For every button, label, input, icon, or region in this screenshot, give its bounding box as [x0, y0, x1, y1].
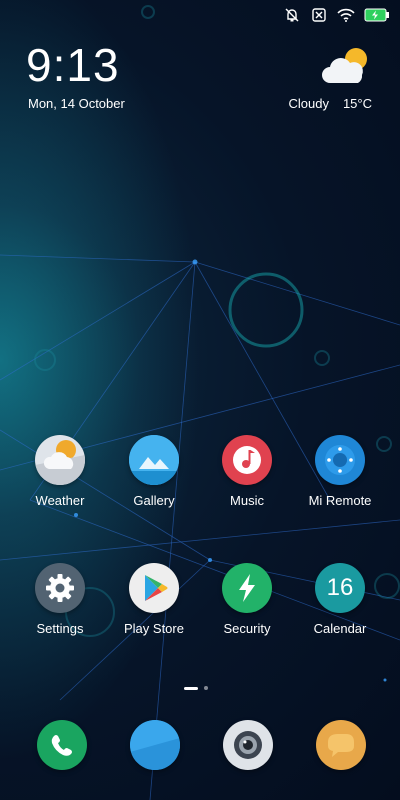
app-security[interactable]: Security: [203, 563, 291, 636]
app-label: Mi Remote: [308, 493, 372, 508]
wifi-icon: [337, 7, 355, 23]
calendar-day-number: 16: [326, 574, 354, 601]
messaging-icon[interactable]: [130, 720, 180, 770]
phone-icon[interactable]: [37, 720, 87, 770]
gallery-icon: [129, 435, 179, 485]
weather-icon: [35, 435, 85, 485]
page-indicator: [184, 686, 208, 690]
camera-icon[interactable]: [223, 720, 273, 770]
alarm-off-icon: [283, 7, 301, 23]
play-store-icon: [129, 563, 179, 613]
battery-charging-icon: [364, 7, 390, 23]
weather-temperature: 15°C: [342, 96, 372, 111]
page-dot-active: [184, 686, 198, 690]
status-bar: [283, 6, 390, 24]
app-label: Play Store: [124, 621, 184, 636]
app-label: Settings: [36, 621, 84, 636]
app-settings[interactable]: Settings: [16, 563, 104, 636]
app-gallery[interactable]: Gallery: [110, 435, 198, 508]
clock-date[interactable]: Mon, 14 October: [28, 96, 125, 111]
app-music[interactable]: Music: [203, 435, 291, 508]
page-dot: [204, 686, 208, 690]
remote-icon: [315, 435, 365, 485]
app-label: Music: [230, 493, 264, 508]
music-icon: [222, 435, 272, 485]
app-weather[interactable]: Weather: [16, 435, 104, 508]
app-label: Security: [223, 621, 271, 636]
app-label: Gallery: [133, 493, 175, 508]
wallpaper: [0, 0, 400, 800]
notification-icon: [310, 7, 328, 23]
app-mi-remote[interactable]: Mi Remote: [296, 435, 384, 508]
weather-widget[interactable]: Cloudy 15°C: [288, 96, 372, 111]
app-label: Weather: [35, 493, 85, 508]
app-label: Calendar: [313, 621, 367, 636]
security-icon: [222, 563, 272, 613]
app-play-store[interactable]: Play Store: [110, 563, 198, 636]
app-calendar[interactable]: 16 Calendar: [296, 563, 384, 636]
calendar-icon: 16: [315, 563, 365, 613]
clock-time[interactable]: 9:13: [26, 40, 120, 90]
cloud-sun-icon[interactable]: [320, 45, 372, 89]
gear-icon: [35, 563, 85, 613]
weather-condition: Cloudy: [288, 96, 329, 111]
chat-icon[interactable]: [316, 720, 366, 770]
